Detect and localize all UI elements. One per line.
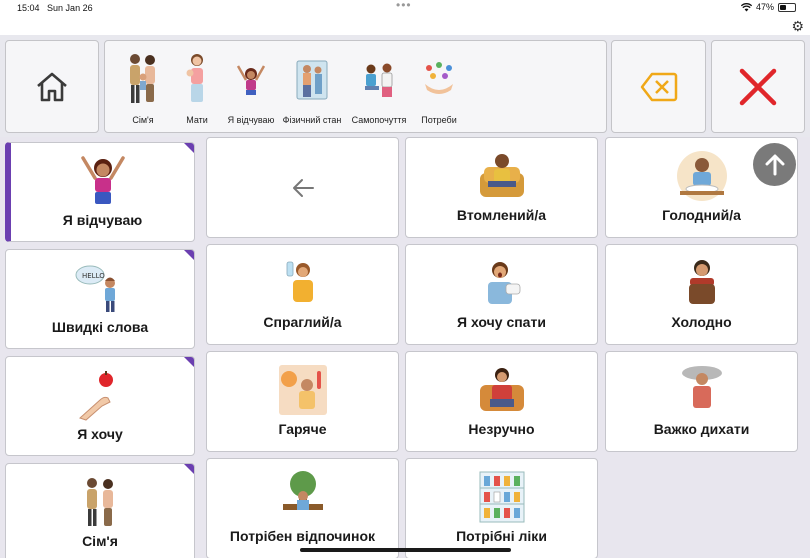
battery-percent: 47% xyxy=(755,2,774,12)
folder-corner xyxy=(184,250,194,260)
breadcrumb-item-needs[interactable]: Потреби xyxy=(415,49,463,129)
family-icon xyxy=(87,478,113,526)
tile-hot[interactable]: Гаряче xyxy=(206,351,399,452)
battery-icon xyxy=(778,2,796,12)
arrow-up-icon xyxy=(765,154,784,175)
tile-need-medicine[interactable]: Потрібні ліки xyxy=(405,458,598,558)
sidebar-item-quick-words[interactable]: HELLO Швидкі слова xyxy=(5,249,195,349)
topbar: Сім'я Мати Я відчуваю Фізичний стан Само… xyxy=(0,35,810,137)
tile-tired[interactable]: Втомлений/а xyxy=(405,137,598,238)
physical-state-icon xyxy=(296,60,328,100)
family-icon xyxy=(130,54,155,103)
breadcrumb: Сім'я Мати Я відчуваю Фізичний стан Само… xyxy=(104,40,607,133)
hungry-icon xyxy=(676,151,727,201)
home-indicator[interactable] xyxy=(300,548,511,552)
home-icon xyxy=(37,72,67,101)
breadcrumb-item-physical-state[interactable]: Фізичний стан xyxy=(281,49,343,129)
status-time: 15:04 Sun Jan 26 xyxy=(17,3,93,13)
status-right: 47% xyxy=(740,2,796,12)
gear-icon[interactable]: ⚙ xyxy=(791,18,804,35)
sidebar-item-family[interactable]: Сім'я xyxy=(5,463,195,558)
sidebar-item-i-want[interactable]: Я хочу xyxy=(5,356,195,456)
breadcrumb-item-mother[interactable]: Мати xyxy=(175,49,219,129)
i-feel-icon xyxy=(80,156,125,204)
tired-icon xyxy=(479,154,524,197)
i-want-icon xyxy=(79,371,113,421)
tile-uncomfortable[interactable]: Незручно xyxy=(405,351,598,452)
breadcrumb-item-family[interactable]: Сім'я xyxy=(121,49,165,129)
tile-cold[interactable]: Холодно xyxy=(605,244,798,345)
folder-corner xyxy=(184,357,194,367)
sleepy-icon xyxy=(487,262,520,304)
back-tile[interactable] xyxy=(206,137,399,238)
wifi-icon xyxy=(740,2,752,11)
tile-sleepy[interactable]: Я хочу спати xyxy=(405,244,598,345)
sidebar-item-i-feel[interactable]: Я відчуваю xyxy=(5,142,195,242)
thirsty-icon xyxy=(286,261,313,302)
clear-button[interactable] xyxy=(711,40,805,133)
close-icon xyxy=(739,68,777,105)
hard-to-breathe-icon xyxy=(681,366,722,408)
svg-text:HELLO: HELLO xyxy=(82,272,105,280)
backspace-icon xyxy=(640,72,677,101)
arrow-left-icon xyxy=(292,179,314,197)
need-rest-icon xyxy=(282,471,323,510)
uncomfortable-icon xyxy=(479,368,524,411)
folder-corner xyxy=(184,143,194,153)
breadcrumb-item-wellbeing[interactable]: Самопочуття xyxy=(349,49,409,129)
status-bar: 15:04 Sun Jan 26 ••• 47% xyxy=(0,0,810,16)
quick-words-icon: HELLO xyxy=(75,265,115,312)
home-button[interactable] xyxy=(5,40,99,133)
need-medicine-icon xyxy=(479,471,524,523)
needs-icon xyxy=(425,62,453,94)
tile-need-rest[interactable]: Потрібен відпочинок xyxy=(206,458,399,558)
scroll-up-button[interactable] xyxy=(753,143,796,186)
breadcrumb-item-i-feel[interactable]: Я відчуваю xyxy=(225,49,277,129)
delete-button[interactable] xyxy=(611,40,706,133)
wellbeing-icon xyxy=(365,63,393,97)
cold-icon xyxy=(688,260,715,304)
mother-icon xyxy=(186,54,203,102)
multitask-dots[interactable]: ••• xyxy=(396,0,412,12)
hot-icon xyxy=(278,365,327,415)
i-feel-icon xyxy=(236,65,266,95)
content-area: Я відчуваю HELLO Швидкі слова Я хочу Сім… xyxy=(0,137,810,558)
tile-hard-to-breathe[interactable]: Важко дихати xyxy=(605,351,798,452)
tile-thirsty[interactable]: Спраглий/а xyxy=(206,244,399,345)
folder-corner xyxy=(184,464,194,474)
